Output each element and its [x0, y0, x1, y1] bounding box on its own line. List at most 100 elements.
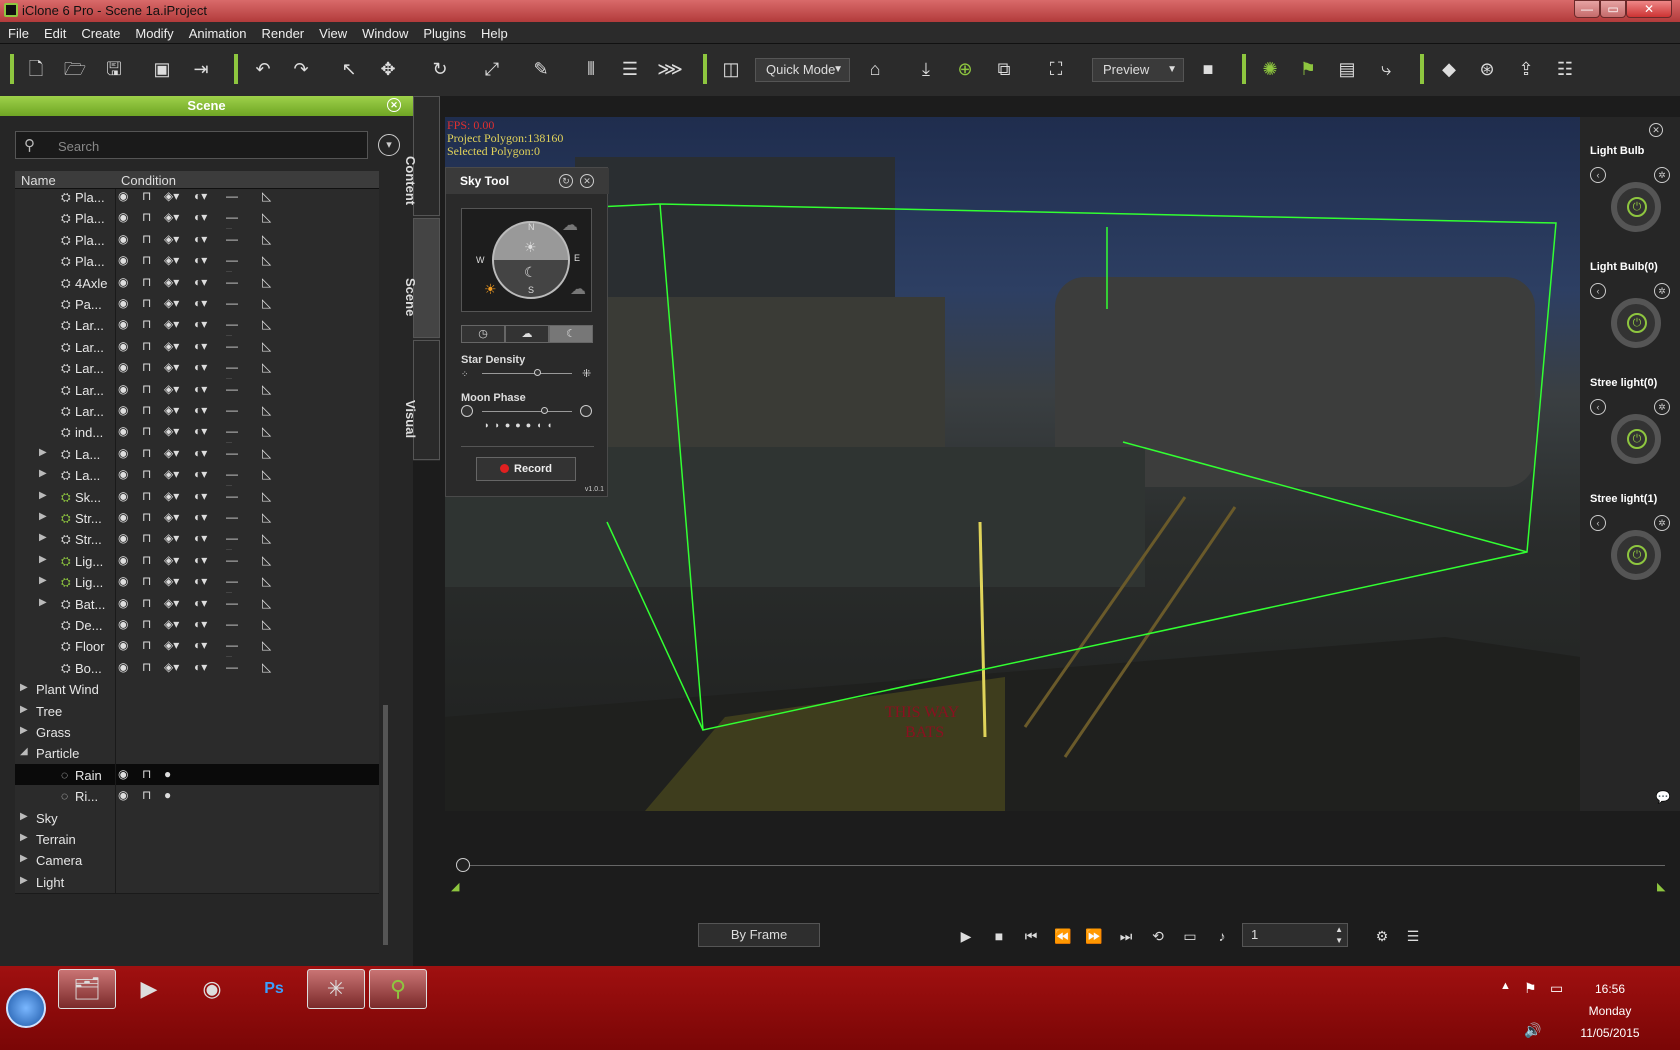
- edit-icon[interactable]: ◺: [262, 467, 271, 481]
- shadow-icon[interactable]: ◐▾: [194, 189, 207, 203]
- diamond-icon[interactable]: ◆: [1436, 56, 1462, 82]
- record-button[interactable]: Record: [476, 457, 576, 481]
- star-density-slider[interactable]: [482, 373, 572, 374]
- expand-arrow-icon[interactable]: ▶: [20, 811, 28, 822]
- camera-icon[interactable]: ■: [1195, 56, 1221, 82]
- expand-arrow-icon[interactable]: ▶: [20, 704, 28, 715]
- tree-row[interactable]: ⛭Floor◉⊓◈▾◐▾—▾◺: [15, 635, 379, 666]
- music-note-icon[interactable]: ♪: [1211, 925, 1233, 947]
- tree-row[interactable]: ⛭Bo...◉⊓◈▾◐▾—▾◺: [15, 656, 379, 688]
- light-left-arrow-icon[interactable]: ‹: [1590, 283, 1606, 299]
- lock-icon[interactable]: ⊓: [142, 253, 151, 267]
- visible-eye-icon[interactable]: ◉: [118, 531, 128, 545]
- lock-icon[interactable]: ⊓: [142, 489, 151, 503]
- align-icon[interactable]: ⫴: [578, 56, 604, 82]
- column-name[interactable]: Name: [21, 173, 56, 188]
- expand-arrow-icon[interactable]: ▶: [39, 447, 47, 458]
- tree-row[interactable]: ◌ Ri... ◉ ⊓ ●: [15, 785, 379, 809]
- close-button[interactable]: ✕: [1626, 0, 1672, 18]
- shadow-icon[interactable]: ◐▾: [194, 510, 207, 524]
- tree-row[interactable]: ▶⛭Str...◉⊓◈▾◐▾—▾◺: [15, 507, 379, 538]
- sky-time-tab[interactable]: ◷: [461, 325, 505, 343]
- timeline-track[interactable]: [463, 865, 1665, 866]
- sky-compass[interactable]: N S E W ☀ ☾ ☀ ☁ ☁: [461, 208, 592, 312]
- visible-eye-icon[interactable]: ◉: [118, 446, 128, 460]
- moon-phase-knob[interactable]: [541, 407, 548, 414]
- scene-tree-scrollbar[interactable]: [383, 705, 388, 945]
- edit-icon[interactable]: ◺: [262, 317, 271, 331]
- fast-forward-icon[interactable]: ⏩: [1083, 925, 1105, 947]
- expand-arrow-icon[interactable]: ▶: [20, 682, 28, 693]
- shadow-icon[interactable]: ◐▾: [194, 531, 207, 545]
- tree-group-row[interactable]: ◢ Particle: [15, 742, 379, 766]
- motion-puppet-icon[interactable]: ✺: [1257, 56, 1283, 82]
- app-taskbar-icon[interactable]: ✳: [307, 969, 365, 1009]
- render-cube-icon[interactable]: ◈▾: [164, 467, 179, 481]
- active-dot-icon[interactable]: ●: [164, 788, 171, 802]
- shadow-icon[interactable]: ◐▾: [194, 339, 207, 353]
- edit-icon[interactable]: ◺: [262, 489, 271, 503]
- render-quality-select[interactable]: Preview ▼: [1092, 58, 1184, 82]
- render-cube-icon[interactable]: ◈▾: [164, 553, 179, 567]
- light-left-arrow-icon[interactable]: ‹: [1590, 515, 1606, 531]
- flag-icon[interactable]: ⚑: [1295, 56, 1321, 82]
- shadow-icon[interactable]: ◐▾: [194, 446, 207, 460]
- edit-icon[interactable]: ◺: [262, 638, 271, 652]
- tree-row[interactable]: ▶⛭Lig...◉⊓◈▾◐▾—▾◺: [15, 571, 379, 602]
- tree-row[interactable]: ⛭4Axle◉⊓◈▾◐▾—▾◺: [15, 271, 379, 303]
- first-frame-icon[interactable]: ⏮: [1020, 925, 1042, 947]
- undo-icon[interactable]: ↶: [250, 56, 276, 82]
- edit-icon[interactable]: ◺: [262, 296, 271, 310]
- render-cube-icon[interactable]: ◈▾: [164, 317, 179, 331]
- layout-icon[interactable]: ◫: [718, 56, 744, 82]
- edit-icon[interactable]: ◺: [262, 660, 271, 674]
- menu-plugins[interactable]: Plugins: [415, 22, 473, 41]
- menu-edit[interactable]: Edit: [36, 22, 73, 41]
- snap-icon[interactable]: ⧉: [991, 56, 1017, 82]
- tree-row[interactable]: ⛭ind...◉⊓◈▾◐▾—▾◺: [15, 421, 379, 452]
- start-button[interactable]: [6, 988, 46, 1028]
- edit-icon[interactable]: ◺: [262, 553, 271, 567]
- subtitle-icon[interactable]: ▭: [1179, 925, 1201, 947]
- column-condition[interactable]: Condition: [121, 173, 176, 188]
- shadow-icon[interactable]: ◐▾: [194, 574, 207, 588]
- lock-icon[interactable]: ⊓: [142, 574, 151, 588]
- export-icon[interactable]: ⇥: [188, 56, 214, 82]
- expand-arrow-icon[interactable]: ▶: [39, 554, 47, 565]
- expand-arrow-icon[interactable]: ▶: [20, 725, 28, 736]
- menu-animation[interactable]: Animation: [181, 22, 254, 41]
- select-arrow-icon[interactable]: ↖: [336, 56, 362, 82]
- home-camera-icon[interactable]: ⌂: [862, 56, 888, 82]
- shadow-icon[interactable]: ◐▾: [194, 210, 207, 224]
- edit-icon[interactable]: ◺: [262, 617, 271, 631]
- shadow-icon[interactable]: ◐▾: [194, 253, 207, 267]
- menu-view[interactable]: View: [311, 22, 354, 41]
- expand-arrow-icon[interactable]: ▶: [20, 832, 28, 843]
- moon-phase-slider[interactable]: [482, 411, 572, 412]
- render-cube-icon[interactable]: ◈▾: [164, 424, 179, 438]
- edit-icon[interactable]: ◺: [262, 210, 271, 224]
- pick-icon[interactable]: ✎: [528, 56, 554, 82]
- render-view-icon[interactable]: ▣: [149, 56, 175, 82]
- shadow-icon[interactable]: ◐▾: [194, 382, 207, 396]
- tree-row[interactable]: ⛭Pla...◉⊓◈▾◐▾—▾◺: [15, 250, 379, 281]
- close-icon[interactable]: ✕: [1649, 123, 1663, 137]
- lock-icon[interactable]: ⊓: [142, 317, 151, 331]
- expand-arrow-icon[interactable]: ▶: [20, 853, 28, 864]
- visible-eye-icon[interactable]: ◉: [118, 596, 128, 610]
- expand-arrow-icon[interactable]: ▶: [39, 532, 47, 543]
- render-cube-icon[interactable]: ◈▾: [164, 660, 179, 674]
- render-cube-icon[interactable]: ◈▾: [164, 382, 179, 396]
- tab-scene[interactable]: Scene: [403, 218, 440, 338]
- lock-icon[interactable]: ⊓: [142, 232, 151, 246]
- shadow-icon[interactable]: ◐▾: [194, 596, 207, 610]
- render-cube-icon[interactable]: ◈▾: [164, 296, 179, 310]
- visible-eye-icon[interactable]: ◉: [118, 189, 128, 203]
- loop-icon[interactable]: ⟲: [1147, 925, 1169, 947]
- edit-icon[interactable]: ◺: [262, 531, 271, 545]
- render-cube-icon[interactable]: ◈▾: [164, 403, 179, 417]
- collapse-arrow-icon[interactable]: ◢: [20, 746, 28, 757]
- render-cube-icon[interactable]: ◈▾: [164, 617, 179, 631]
- edit-icon[interactable]: ◺: [262, 232, 271, 246]
- visible-eye-icon[interactable]: ◉: [118, 788, 128, 802]
